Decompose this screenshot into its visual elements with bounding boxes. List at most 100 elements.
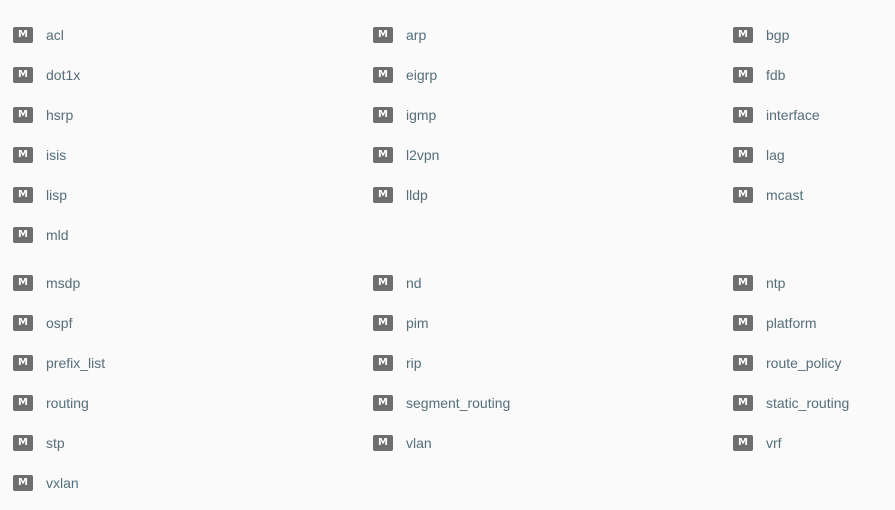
- module-link-hsrp[interactable]: Mhsrp: [13, 95, 73, 135]
- module-link-interface[interactable]: Minterface: [733, 95, 820, 135]
- module-row: Misis Ml2vpn Mlag: [0, 135, 895, 175]
- module-link-vrf[interactable]: Mvrf: [733, 423, 782, 463]
- module-name: interface: [766, 107, 820, 123]
- module-name: prefix_list: [46, 355, 106, 371]
- module-name: lldp: [406, 187, 428, 203]
- module-icon: M: [733, 275, 753, 291]
- module-name: l2vpn: [406, 147, 440, 163]
- module-name: ntp: [766, 275, 786, 291]
- module-icon: M: [13, 315, 33, 331]
- module-name: lisp: [46, 187, 68, 203]
- module-row: Mprefix_list Mrip Mroute_policy: [0, 343, 895, 383]
- module-icon: M: [373, 187, 393, 203]
- module-row: Mvxlan: [0, 463, 895, 503]
- module-icon: M: [373, 147, 393, 163]
- module-icon: M: [733, 27, 753, 43]
- module-icon: M: [733, 107, 753, 123]
- module-name: fdb: [766, 67, 786, 83]
- module-link-fdb[interactable]: Mfdb: [733, 55, 785, 95]
- module-name: msdp: [46, 275, 81, 291]
- module-link-lisp[interactable]: Mlisp: [13, 175, 67, 215]
- module-name: vlan: [406, 435, 432, 451]
- module-name: mld: [46, 227, 69, 243]
- module-row: Mmld: [0, 215, 895, 255]
- module-icon: M: [733, 395, 753, 411]
- module-name: nd: [406, 275, 422, 291]
- module-icon: M: [13, 107, 33, 123]
- module-link-stp[interactable]: Mstp: [13, 423, 65, 463]
- module-name: arp: [406, 27, 427, 43]
- module-list-group: Mmsdp Mnd Mntp Mospf Mpim Mplatform Mprefix_li…: [0, 263, 895, 503]
- module-link-mld[interactable]: Mmld: [13, 215, 69, 255]
- module-icon: M: [373, 67, 393, 83]
- module-name: rip: [406, 355, 422, 371]
- module-row: Mdot1x Meigrp Mfdb: [0, 55, 895, 95]
- module-name: dot1x: [46, 67, 81, 83]
- module-link-isis[interactable]: Misis: [13, 135, 66, 175]
- module-icon: M: [733, 355, 753, 371]
- module-name: pim: [406, 315, 429, 331]
- module-name: vxlan: [46, 475, 79, 491]
- module-name: vrf: [766, 435, 782, 451]
- module-icon: M: [373, 355, 393, 371]
- module-link-lldp[interactable]: Mlldp: [373, 175, 428, 215]
- module-icon: M: [733, 147, 753, 163]
- module-link-rip[interactable]: Mrip: [373, 343, 422, 383]
- module-icon: M: [13, 355, 33, 371]
- module-link-nd[interactable]: Mnd: [373, 263, 422, 303]
- module-link-ospf[interactable]: Mospf: [13, 303, 72, 343]
- module-link-routing[interactable]: Mrouting: [13, 383, 89, 423]
- module-name: isis: [46, 147, 67, 163]
- module-link-prefix_list[interactable]: Mprefix_list: [13, 343, 105, 383]
- module-link-lag[interactable]: Mlag: [733, 135, 785, 175]
- module-name: segment_routing: [406, 395, 511, 411]
- module-name: bgp: [766, 27, 790, 43]
- module-link-l2vpn[interactable]: Ml2vpn: [373, 135, 439, 175]
- module-row: Mlisp Mlldp Mmcast: [0, 175, 895, 215]
- module-row: Mmsdp Mnd Mntp: [0, 263, 895, 303]
- module-link-vlan[interactable]: Mvlan: [373, 423, 432, 463]
- module-name: hsrp: [46, 107, 74, 123]
- module-link-arp[interactable]: Marp: [373, 15, 426, 55]
- module-name: static_routing: [766, 395, 850, 411]
- module-link-route_policy[interactable]: Mroute_policy: [733, 343, 842, 383]
- module-name: ospf: [46, 315, 73, 331]
- module-link-vxlan[interactable]: Mvxlan: [13, 463, 79, 503]
- module-link-mcast[interactable]: Mmcast: [733, 175, 803, 215]
- module-icon: M: [373, 395, 393, 411]
- module-icon: M: [13, 435, 33, 451]
- module-icon: M: [13, 27, 33, 43]
- module-icon: M: [373, 315, 393, 331]
- module-icon: M: [13, 227, 33, 243]
- module-icon: M: [13, 475, 33, 491]
- module-icon: M: [733, 315, 753, 331]
- module-icon: M: [373, 435, 393, 451]
- module-link-ntp[interactable]: Mntp: [733, 263, 785, 303]
- module-name: eigrp: [406, 67, 438, 83]
- module-name: platform: [766, 315, 817, 331]
- module-icon: M: [733, 435, 753, 451]
- module-icon: M: [733, 187, 753, 203]
- module-name: lag: [766, 147, 785, 163]
- module-row: Mhsrp Migmp Minterface: [0, 95, 895, 135]
- module-link-segment_routing[interactable]: Msegment_routing: [373, 383, 510, 423]
- module-name: routing: [46, 395, 89, 411]
- module-row: Mrouting Msegment_routing Mstatic_routing: [0, 383, 895, 423]
- module-link-static_routing[interactable]: Mstatic_routing: [733, 383, 849, 423]
- module-link-acl[interactable]: Macl: [13, 15, 64, 55]
- module-icon: M: [373, 275, 393, 291]
- module-link-pim[interactable]: Mpim: [373, 303, 429, 343]
- module-icon: M: [733, 67, 753, 83]
- module-icon: M: [373, 27, 393, 43]
- module-link-platform[interactable]: Mplatform: [733, 303, 817, 343]
- module-list-group: Macl Marp Mbgp Mdot1x Meigrp Mfdb Mhsrp Migmp Mi…: [0, 15, 895, 255]
- module-icon: M: [373, 107, 393, 123]
- module-icon: M: [13, 67, 33, 83]
- module-link-igmp[interactable]: Migmp: [373, 95, 436, 135]
- module-name: route_policy: [766, 355, 842, 371]
- module-link-msdp[interactable]: Mmsdp: [13, 263, 80, 303]
- module-link-eigrp[interactable]: Meigrp: [373, 55, 437, 95]
- module-link-bgp[interactable]: Mbgp: [733, 15, 789, 55]
- module-link-dot1x[interactable]: Mdot1x: [13, 55, 80, 95]
- module-row: Macl Marp Mbgp: [0, 15, 895, 55]
